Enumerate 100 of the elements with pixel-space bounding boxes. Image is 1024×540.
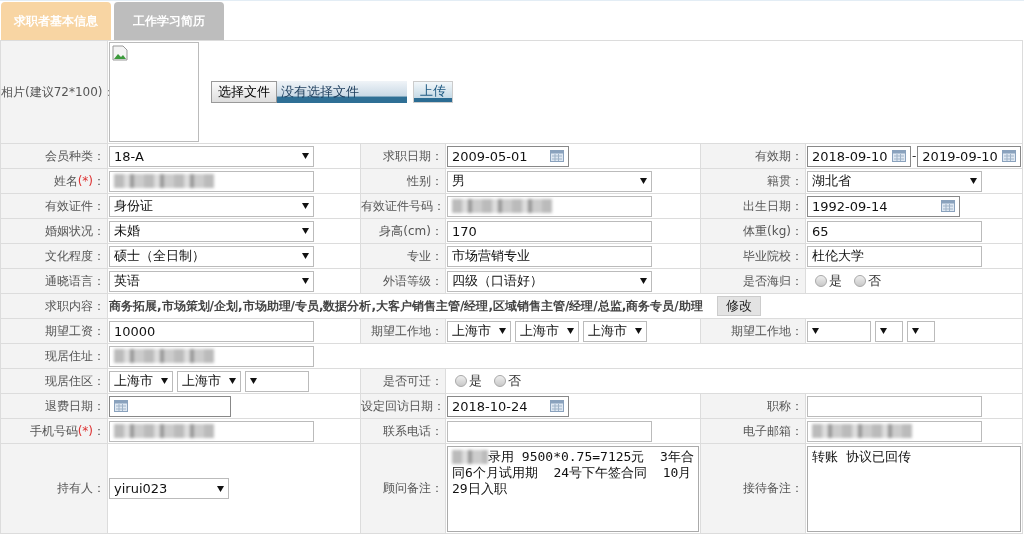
date-field[interactable]: 2018-09-10 [807, 145, 911, 167]
caret-icon [302, 278, 309, 284]
field-label: 退费日期： [45, 398, 105, 413]
calendar-icon[interactable] [550, 150, 564, 162]
date-field[interactable]: 2018-10-24 [447, 395, 569, 417]
date-field[interactable]: 1992-09-14 [807, 195, 960, 217]
edit-button[interactable]: 修改 [716, 296, 761, 316]
input-field[interactable] [807, 395, 982, 417]
field-label: 毕业院校： [743, 248, 803, 263]
input-field[interactable] [109, 345, 314, 367]
field-label: 专业： [407, 248, 443, 263]
caret-icon [302, 253, 309, 259]
field-label: 手机号码(*)： [29, 423, 105, 438]
calendar-icon[interactable] [1002, 150, 1017, 162]
dropdown[interactable] [907, 320, 935, 342]
field-label: 通晓语言： [45, 273, 105, 288]
dropdown[interactable]: 硕士（全日制） [109, 245, 314, 267]
caret-icon [635, 328, 642, 334]
field-label: 体重(kg)： [743, 223, 803, 238]
caret-icon [302, 153, 309, 159]
calendar-icon[interactable] [941, 200, 955, 212]
field-label: 期望工作地： [731, 323, 803, 338]
dropdown[interactable]: 男 [447, 170, 652, 192]
field-label: 联系电话： [383, 423, 443, 438]
broken-image-icon [112, 45, 128, 61]
input-field[interactable]: 10000 [109, 320, 314, 342]
field-label: 是否可迁： [383, 373, 443, 388]
field-label: 求职日期： [383, 148, 443, 163]
dropdown[interactable]: yirui023 [109, 478, 229, 499]
input-field[interactable]: 65 [807, 220, 982, 242]
field-label: 电子邮箱： [743, 423, 803, 438]
notes-field[interactable]: 转账 协议已回传 [807, 445, 1021, 532]
dropdown[interactable]: 上海市 [109, 370, 173, 392]
notes-field[interactable]: 录用 9500*0.75=7125元 3年合同6个月试用期 24号下午签合同 10月29日入职 [447, 445, 699, 532]
radio-option[interactable]: 是 [815, 272, 842, 290]
field-label: 有效证件： [45, 198, 105, 213]
upload-button[interactable]: 上传 [413, 81, 453, 103]
field-label: 相片(建议72*100)： [1, 84, 115, 99]
job-categories: 商务拓展,市场策划/企划,市场助理/专员,数据分析,大客户销售主管/经理,区域销售主管/经理/总监,商务专员/助理 [109, 297, 703, 315]
calendar-icon[interactable] [550, 400, 564, 412]
dropdown[interactable]: 英语 [109, 270, 314, 292]
input-field[interactable] [807, 420, 982, 442]
radio-option[interactable]: 是 [455, 372, 482, 390]
caret-icon [812, 328, 819, 334]
input-field[interactable] [109, 420, 314, 442]
field-label: 持有人： [57, 481, 105, 495]
field-label: 是否海归： [743, 273, 803, 288]
caret-icon [640, 178, 647, 184]
caret-icon [302, 228, 309, 234]
field-label: 会员种类： [45, 148, 105, 163]
calendar-icon[interactable] [892, 150, 906, 162]
input-field[interactable]: 杜伦大学 [807, 245, 982, 267]
field-label: 设定回访日期： [361, 398, 445, 413]
calendar-icon[interactable] [114, 400, 128, 412]
dropdown[interactable]: 18-A [109, 145, 314, 167]
date-field[interactable] [109, 395, 231, 417]
dropdown[interactable] [875, 320, 903, 342]
range-separator: - [912, 149, 917, 163]
field-label: 现居住址： [45, 348, 105, 363]
input-field[interactable] [447, 420, 652, 442]
dropdown[interactable]: 上海市 [447, 320, 511, 342]
caret-icon [217, 485, 224, 492]
field-label: 有效证件号码： [361, 198, 445, 213]
input-field[interactable] [109, 170, 314, 192]
field-label: 外语等级： [383, 273, 443, 288]
date-field[interactable]: 2009-05-01 [447, 145, 569, 167]
caret-icon [640, 278, 647, 284]
field-label: 顾问备注： [383, 481, 443, 495]
field-label: 职称： [767, 398, 803, 413]
choose-file-button[interactable]: 选择文件 [211, 81, 277, 103]
dropdown[interactable]: 四级（口语好） [447, 270, 652, 292]
field-label: 期望工资： [45, 323, 105, 338]
field-label: 求职内容： [45, 298, 105, 313]
field-label: 现居住区： [45, 373, 105, 388]
caret-icon [880, 328, 887, 334]
file-status: 没有选择文件 [277, 81, 407, 103]
radio-option[interactable]: 否 [854, 272, 881, 290]
dropdown[interactable]: 上海市 [177, 370, 241, 392]
radio-option[interactable]: 否 [494, 372, 521, 390]
field-label: 文化程度： [45, 248, 105, 263]
caret-icon [912, 328, 919, 334]
field-label: 接待备注： [743, 481, 803, 495]
input-field[interactable] [447, 195, 652, 217]
field-label: 性别： [407, 173, 443, 188]
field-label: 期望工作地： [371, 323, 443, 338]
dropdown[interactable]: 上海市 [583, 320, 647, 342]
date-field[interactable]: 2019-09-10 [917, 145, 1022, 167]
field-label: 出生日期： [743, 198, 803, 213]
input-field[interactable]: 市场营销专业 [447, 245, 652, 267]
dropdown[interactable]: 身份证 [109, 195, 314, 217]
dropdown[interactable]: 湖北省 [807, 170, 982, 192]
dropdown[interactable]: 上海市 [515, 320, 579, 342]
field-label: 婚姻状况： [45, 223, 105, 238]
input-field[interactable]: 170 [447, 220, 652, 242]
caret-icon [250, 378, 257, 384]
caret-icon [499, 328, 506, 334]
field-label: 姓名(*)： [53, 173, 105, 188]
caret-icon [161, 378, 168, 384]
dropdown[interactable]: 未婚 [109, 220, 314, 242]
field-label: 身高(cm)： [379, 223, 443, 238]
